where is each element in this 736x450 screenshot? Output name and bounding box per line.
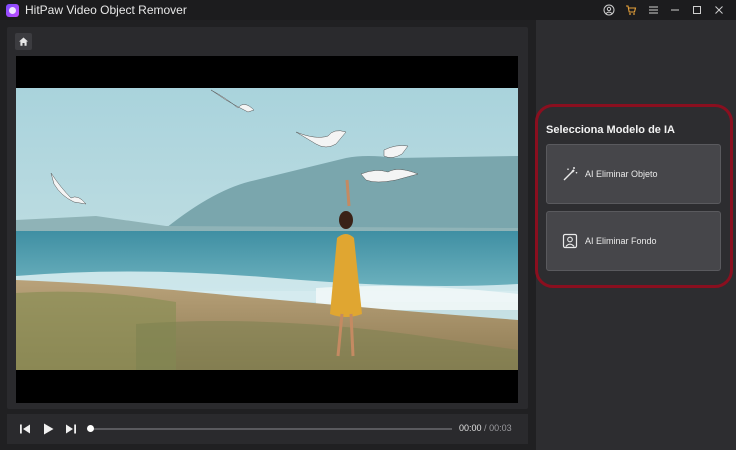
maximize-icon[interactable] <box>686 0 708 20</box>
progress-slider[interactable] <box>87 425 452 432</box>
video-frame-image <box>16 88 518 370</box>
next-frame-icon <box>66 424 76 434</box>
magic-wand-icon <box>562 166 578 182</box>
ai-remove-object-button[interactable]: AI Eliminar Objeto <box>546 144 721 204</box>
model-label: AI Eliminar Objeto <box>585 169 658 179</box>
home-button[interactable] <box>15 33 32 50</box>
playback-controls: 00:00 / 00:03 <box>7 414 528 444</box>
cart-icon[interactable] <box>620 0 642 20</box>
time-separator: / <box>484 423 487 433</box>
previous-frame-button[interactable] <box>17 421 33 437</box>
play-icon <box>44 423 54 435</box>
ai-remove-background-button[interactable]: AI Eliminar Fondo <box>546 211 721 271</box>
next-frame-button[interactable] <box>63 421 79 437</box>
video-preview[interactable] <box>16 56 518 403</box>
play-button[interactable] <box>40 421 56 437</box>
current-time: 00:00 <box>459 423 482 433</box>
app-title: HitPaw Video Object Remover <box>25 3 187 17</box>
app-logo-icon <box>6 3 19 17</box>
menu-icon[interactable] <box>642 0 664 20</box>
account-icon[interactable] <box>598 0 620 20</box>
close-icon[interactable] <box>708 0 730 20</box>
title-bar: HitPaw Video Object Remover <box>0 0 736 20</box>
app-window: HitPaw Video Object Remover 00:00 / 00:0… <box>0 0 736 450</box>
home-icon <box>19 37 28 46</box>
titlebar-controls <box>598 0 730 20</box>
model-panel-title: Selecciona Modelo de IA <box>546 124 675 136</box>
time-readout: 00:00 / 00:03 <box>459 423 512 433</box>
minimize-icon[interactable] <box>664 0 686 20</box>
duration: 00:03 <box>489 423 512 433</box>
portrait-icon <box>562 233 578 249</box>
model-label: AI Eliminar Fondo <box>585 236 657 246</box>
previous-frame-icon <box>20 424 30 434</box>
video-player-panel <box>7 27 528 409</box>
progress-thumb[interactable] <box>87 425 94 432</box>
